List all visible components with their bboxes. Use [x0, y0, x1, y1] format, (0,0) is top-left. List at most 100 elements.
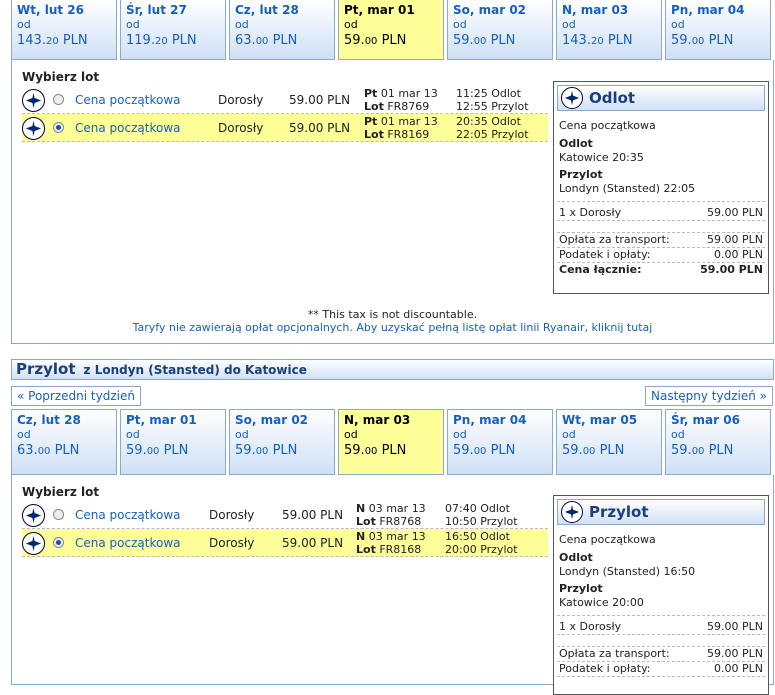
date-tab[interactable]: N, mar 03 od 143.20 PLN: [556, 0, 662, 60]
tab-from: od: [453, 428, 467, 441]
date-tab[interactable]: Wt, lut 26 od 143.20 PLN: [11, 0, 117, 60]
select-flight-label: Wybierz lot: [22, 70, 100, 84]
departure-date-tabs: Wt, lut 26 od 143.20 PLN Śr, lut 27 od 119.2…: [11, 0, 771, 60]
tab-price: 59.00 PLN: [126, 443, 189, 458]
plane-icon: [561, 87, 583, 109]
tab-from: od: [17, 18, 31, 31]
tab-price: 143.20 PLN: [17, 33, 88, 48]
summary-dep-value: Londyn (Stansted) 16:50: [559, 565, 696, 578]
summary-header: Przylot: [557, 499, 765, 525]
date-tab[interactable]: Pn, mar 04 od 59.00 PLN: [447, 409, 553, 475]
tab-price: 59.00 PLN: [453, 443, 516, 458]
tab-from: od: [344, 18, 358, 31]
select-flight-label: Wybierz lot: [22, 485, 100, 499]
date-tab[interactable]: Pt, mar 01 od 59.00 PLN: [120, 409, 226, 475]
summary-total: Cena łącznie: 59.00 PLN: [559, 263, 763, 276]
passenger-type: Dorosły: [209, 508, 255, 522]
plane-icon: [22, 504, 45, 527]
summary-transport-fee: Opłata za transport: 59.00 PLN: [557, 232, 765, 248]
date-tab-selected[interactable]: N, mar 03 od 59.00 PLN: [338, 409, 444, 475]
tab-day: So, mar 02: [453, 3, 527, 17]
summary-dep-label: Odlot: [559, 137, 593, 150]
tab-day: N, mar 03: [562, 3, 629, 17]
date-tab-selected[interactable]: Pt, mar 01 od 59.00 PLN: [338, 0, 444, 60]
fees-link[interactable]: Taryfy nie zawierają opłat opcjonalnych.…: [133, 321, 653, 334]
summary-header: Odlot: [557, 85, 765, 111]
flight-radio[interactable]: [53, 94, 64, 105]
date-tab[interactable]: Śr, lut 27 od 119.20 PLN: [120, 0, 226, 60]
previous-week-link[interactable]: « Poprzedni tydzień: [11, 386, 141, 406]
flight-radio[interactable]: [53, 509, 64, 520]
return-date-tabs: Cz, lut 28 od 63.00 PLN Pt, mar 01 od 59.00 …: [11, 409, 771, 475]
tab-from: od: [562, 18, 576, 31]
tab-from: od: [671, 18, 685, 31]
tab-price: 143.20 PLN: [562, 33, 633, 48]
summary-arr-label: Przylot: [559, 582, 603, 595]
summary-taxes: Podatek i opłaty: 0.00 PLN: [557, 248, 765, 263]
flight-price: 59.00 PLN: [282, 536, 344, 550]
tab-day: Wt, mar 05: [562, 413, 638, 427]
flight-row-selected[interactable]: Cena początkowa Dorosły 59.00 PLN Pt 01 …: [22, 114, 548, 142]
date-tab[interactable]: Cz, lut 28 od 63.00 PLN: [229, 0, 335, 60]
plane-icon: [22, 89, 45, 112]
flight-radio-checked[interactable]: [53, 122, 64, 133]
tab-day: So, mar 02: [235, 413, 309, 427]
summary-arr-value: Londyn (Stansted) 22:05: [559, 182, 696, 195]
tab-from: od: [235, 428, 249, 441]
tab-from: od: [453, 18, 467, 31]
fare-label: Cena początkowa: [75, 121, 181, 135]
tab-day: Pt, mar 01: [344, 3, 415, 17]
tab-price: 59.00 PLN: [562, 443, 625, 458]
date-tab[interactable]: Śr, mar 06 od 59.00 PLN: [665, 409, 771, 475]
fare-label: Cena początkowa: [75, 536, 181, 550]
flight-price: 59.00 PLN: [289, 93, 351, 107]
return-route: z Londyn (Stansted) do Katowice: [83, 363, 307, 377]
departure-summary: Odlot Cena początkowa Odlot Katowice 20:…: [553, 81, 769, 294]
tab-day: Wt, lut 26: [17, 3, 84, 17]
tab-from: od: [562, 428, 576, 441]
tab-price: 119.20 PLN: [126, 33, 197, 48]
plane-icon: [22, 532, 45, 555]
tab-day: Cz, lut 28: [17, 413, 81, 427]
summary-title: Odlot: [589, 89, 636, 107]
tax-note: ** This tax is not discountable.: [307, 308, 478, 321]
flight-times: 20:35 Odlot 22:05 Przylot: [456, 115, 529, 141]
tab-from: od: [17, 428, 31, 441]
flight-price: 59.00 PLN: [289, 121, 351, 135]
date-tab[interactable]: Cz, lut 28 od 63.00 PLN: [11, 409, 117, 475]
summary-arr-value: Katowice 20:00: [559, 596, 644, 609]
summary-arr-label: Przylot: [559, 168, 603, 181]
flight-info: Pt 01 mar 13 Lot FR8169: [364, 115, 438, 141]
flight-row-selected[interactable]: Cena początkowa Dorosły 59.00 PLN N 03 m…: [22, 529, 548, 557]
flight-times: 11:25 Odlot 12:55 Przylot: [456, 87, 529, 113]
tab-day: Pt, mar 01: [126, 413, 197, 427]
flight-row[interactable]: Cena początkowa Dorosły 59.00 PLN Pt 01 …: [22, 86, 548, 114]
tab-from: od: [344, 428, 358, 441]
passenger-type: Dorosły: [209, 536, 255, 550]
tab-price: 59.00 PLN: [235, 443, 298, 458]
summary-transport-fee: Opłata za transport: 59.00 PLN: [557, 646, 765, 662]
return-section-header: Przylot z Londyn (Stansted) do Katowice: [11, 359, 774, 380]
passenger-type: Dorosły: [218, 121, 264, 135]
flight-radio-checked[interactable]: [53, 537, 64, 548]
tab-price: 63.00 PLN: [235, 33, 298, 48]
fare-label: Cena początkowa: [75, 508, 181, 522]
date-tab[interactable]: So, mar 02 od 59.00 PLN: [447, 0, 553, 60]
tab-day: Pn, mar 04: [671, 3, 745, 17]
date-tab[interactable]: So, mar 02 od 59.00 PLN: [229, 409, 335, 475]
next-week-link[interactable]: Następny tydzień »: [644, 386, 773, 406]
flight-price: 59.00 PLN: [282, 508, 344, 522]
flight-info: Pt 01 mar 13 Lot FR8769: [364, 87, 438, 113]
tab-price: 59.00 PLN: [671, 33, 734, 48]
flight-info: N 03 mar 13 Lot FR8168: [356, 530, 426, 556]
tab-price: 59.00 PLN: [344, 33, 407, 48]
fare-label: Cena początkowa: [75, 93, 181, 107]
date-tab[interactable]: Wt, mar 05 od 59.00 PLN: [556, 409, 662, 475]
summary-taxes: Podatek i opłaty: 0.00 PLN: [557, 662, 765, 677]
summary-dep-label: Odlot: [559, 551, 593, 564]
date-tab[interactable]: Pn, mar 04 od 59.00 PLN: [665, 0, 771, 60]
tab-price: 59.00 PLN: [344, 443, 407, 458]
flight-row[interactable]: Cena początkowa Dorosły 59.00 PLN N 03 m…: [22, 501, 548, 529]
tab-price: 63.00 PLN: [17, 443, 80, 458]
flight-times: 16:50 Odlot 20:00 Przylot: [445, 530, 518, 556]
